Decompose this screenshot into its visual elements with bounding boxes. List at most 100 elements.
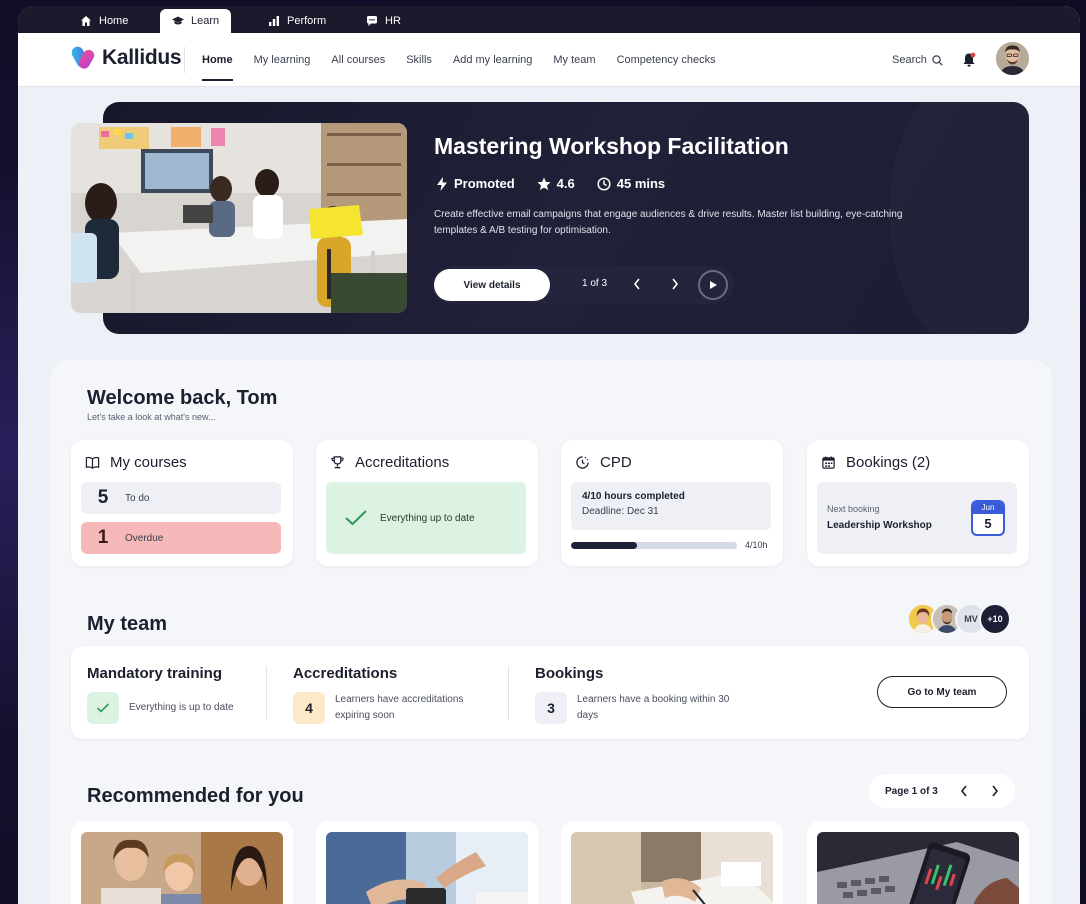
nav-link-my-team[interactable]: My team (553, 33, 595, 87)
accreditations-status: Everything up to date (326, 482, 526, 554)
team-summary-card: Mandatory training Everything is up to d… (71, 646, 1029, 739)
promoted-label: Promoted (454, 176, 515, 191)
hero-title: Mastering Workshop Facilitation (434, 133, 789, 159)
carousel-prev-button[interactable] (632, 277, 642, 296)
team-bookings-title: Bookings (535, 665, 604, 682)
chevron-right-icon (992, 785, 999, 797)
cpd-progress-fill (571, 542, 638, 549)
duration-value: 45 mins (616, 176, 666, 191)
nav-link-all-courses[interactable]: All courses (331, 33, 385, 87)
progress-clock-icon (576, 456, 589, 469)
students-photo (81, 832, 283, 904)
product-tab-label: HR (385, 15, 401, 27)
pager-next-button[interactable] (990, 784, 1000, 803)
paperwork-photo (571, 832, 773, 904)
phone-trading-photo (817, 832, 1019, 904)
bookings-card[interactable]: Bookings (2) Next booking Leadership Wor… (807, 440, 1029, 566)
todo-row[interactable]: 5 To do (81, 482, 281, 514)
pager-label: Page 1 of 3 (885, 785, 938, 797)
checkmark-icon (96, 703, 110, 713)
trophy-icon (331, 456, 344, 469)
cpd-deadline: Deadline: Dec 31 (582, 506, 659, 517)
card-title: CPD (600, 454, 632, 471)
hero-meta: Promoted 4.6 45 mins (436, 176, 665, 191)
clock-icon (597, 176, 611, 191)
card-title: Bookings (2) (846, 454, 931, 471)
brand-logo[interactable]: Kallidus (72, 43, 182, 73)
cpd-progress-bar (571, 542, 737, 549)
section-divider (266, 666, 267, 720)
carousel-play-button[interactable] (698, 270, 728, 300)
search-icon (932, 54, 943, 66)
product-tab-home[interactable]: Home (68, 9, 140, 33)
carousel-next-button[interactable] (670, 277, 680, 296)
user-avatar[interactable] (996, 42, 1029, 75)
chevron-right-icon (672, 278, 679, 290)
nav-link-home[interactable]: Home (202, 33, 233, 87)
overdue-count: 1 (97, 527, 109, 548)
nav-divider (184, 47, 185, 73)
booking-day: 5 (984, 516, 992, 531)
product-tab-bar: Home Learn Perform HR (18, 6, 1080, 33)
team-accreditations-text: Learners have accreditations expiring so… (335, 694, 464, 721)
product-tab-hr[interactable]: HR (354, 9, 413, 33)
cpd-card[interactable]: CPD 4/10 hours completed Deadline: Dec 3… (561, 440, 783, 566)
card-header: My courses (85, 454, 187, 471)
accreditations-status-text: Everything up to date (380, 512, 475, 524)
todo-count: 5 (97, 487, 109, 508)
team-accreditations-count: 4 (293, 692, 325, 724)
booking-month: Jun (973, 502, 1003, 514)
card-header: CPD (575, 454, 632, 471)
go-to-my-team-button[interactable]: Go to My team (877, 676, 1007, 708)
nav-link-add-my-learning[interactable]: Add my learning (453, 33, 533, 87)
notifications-button[interactable] (962, 52, 976, 73)
nav-link-skills[interactable]: Skills (406, 33, 432, 87)
card-header: Accreditations (330, 454, 449, 471)
recommended-card[interactable] (316, 821, 538, 904)
my-courses-card[interactable]: My courses 5 To do 1 Overdue (71, 440, 293, 566)
hero-course-image[interactable] (71, 123, 407, 313)
card-title: Accreditations (355, 454, 450, 471)
team-title: My team (87, 613, 168, 635)
chevron-left-icon (633, 278, 640, 290)
search-button[interactable]: Search (892, 33, 943, 87)
team-accreditations-title: Accreditations (293, 665, 398, 682)
next-booking-name: Leadership Workshop (827, 520, 932, 531)
recommended-card[interactable] (561, 821, 783, 904)
view-details-button[interactable]: View details (434, 269, 550, 301)
recommended-card[interactable] (807, 821, 1029, 904)
pager-prev-button[interactable] (959, 784, 969, 803)
bar-chart-icon (269, 16, 279, 26)
card-header: Bookings (2) (821, 454, 930, 471)
nav-link-competency-checks[interactable]: Competency checks (617, 33, 716, 87)
card-title: My courses (110, 454, 187, 471)
search-label: Search (892, 54, 927, 66)
mandatory-status-chip (87, 692, 119, 724)
play-icon (710, 281, 717, 289)
team-bookings-text: Learners have a booking within 30 days (577, 694, 730, 721)
section-divider (508, 666, 509, 720)
cpd-progress-label: 4/10h (745, 540, 768, 550)
overdue-row[interactable]: 1 Overdue (81, 522, 281, 554)
course-thumbnail (81, 832, 283, 904)
recommended-pager: Page 1 of 3 (869, 774, 1015, 808)
product-tab-perform[interactable]: Perform (256, 9, 338, 33)
kallidus-logo-icon (72, 46, 95, 69)
slide-counter: 1 of 3 (582, 278, 608, 289)
nav-links: Home My learning All courses Skills Add … (202, 33, 737, 87)
welcome-subtitle: Let's take a look at what's new... (87, 412, 216, 422)
mandatory-training-title: Mandatory training (87, 665, 223, 682)
calendar-icon (822, 456, 835, 469)
rating-value: 4.6 (556, 176, 575, 191)
next-booking[interactable]: Next booking Leadership Workshop Jun 5 (817, 482, 1017, 554)
chat-bubble-icon (367, 16, 377, 26)
accreditations-card[interactable]: Accreditations Everything up to date (316, 440, 538, 566)
hero-controls: View details 1 of 3 (432, 266, 734, 304)
course-thumbnail (817, 832, 1019, 904)
product-tab-label: Perform (287, 15, 327, 27)
user-photo (996, 42, 1029, 75)
product-tab-learn[interactable]: Learn (160, 9, 232, 33)
recommended-card[interactable] (71, 821, 293, 904)
nav-link-my-learning[interactable]: My learning (254, 33, 311, 87)
cpd-summary: 4/10 hours completed Deadline: Dec 31 (571, 482, 771, 530)
